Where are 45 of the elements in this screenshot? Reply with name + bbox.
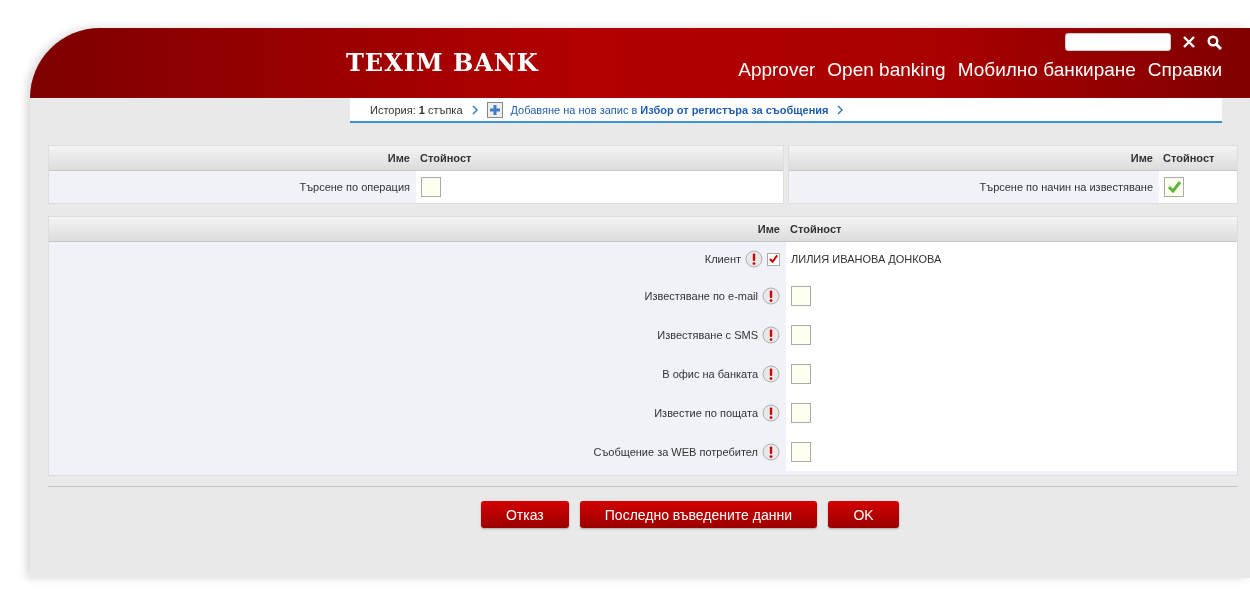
exclamation-icon (745, 250, 763, 268)
checkbox[interactable] (791, 441, 811, 462)
field-label: В офис на банката (662, 367, 758, 380)
field-label: Търсене по операция (299, 181, 410, 193)
column-header: Име (756, 223, 781, 235)
checkbox[interactable] (791, 363, 811, 384)
breadcrumb-link[interactable]: Добавяне на нов запис в Избор от регистъра за съобщения (510, 103, 829, 116)
close-icon[interactable] (1183, 36, 1195, 48)
exclamation-icon (762, 286, 780, 305)
field-label: Известие по пощата (654, 406, 758, 419)
action-button[interactable]: OK (828, 501, 899, 528)
field-label: Клиент (704, 253, 741, 265)
checkbox[interactable] (791, 324, 811, 345)
search-field[interactable] (1065, 33, 1171, 51)
checkbox[interactable] (791, 402, 811, 423)
action-button[interactable]: Последно въведените данни (579, 501, 817, 528)
column-header: Име (386, 152, 411, 164)
chevron-icon (836, 104, 845, 115)
exclamation-icon (762, 325, 780, 344)
search-icon[interactable] (1207, 34, 1222, 50)
exclamation-icon (762, 364, 780, 383)
nav-link[interactable]: Approver (738, 59, 816, 81)
checkbox[interactable] (791, 285, 811, 306)
column-header: Стойност (789, 223, 843, 235)
field-label: Съобщение за WEB потребител (593, 445, 758, 458)
chevron-icon (470, 104, 479, 115)
add-record-icon (486, 101, 503, 118)
exclamation-icon (762, 403, 780, 422)
field-label: Известяване по e-mail (644, 289, 758, 302)
nav-link[interactable]: Мобилно банкиране (957, 59, 1136, 81)
nav-link[interactable]: Справки (1147, 59, 1222, 81)
checkbox[interactable] (767, 252, 780, 266)
column-header: Име (1129, 152, 1154, 164)
column-header: Стойност (1162, 152, 1216, 164)
history-label: История: 1 стъпка (370, 103, 463, 116)
checkbox[interactable] (421, 177, 441, 197)
nav-link[interactable]: Open banking (827, 59, 946, 81)
exclamation-icon (762, 442, 780, 461)
field-label: Търсене по начин на известяване (979, 181, 1153, 193)
checkbox[interactable] (1164, 177, 1184, 197)
action-button[interactable]: Отказ (481, 501, 569, 528)
field-label: Известяване с SMS (657, 328, 758, 341)
column-header: Стойност (419, 152, 473, 164)
field-value: ЛИЛИЯ ИВАНОВА ДОНКОВА (791, 253, 942, 265)
bank-logo: TEXIM BANK (346, 48, 539, 77)
